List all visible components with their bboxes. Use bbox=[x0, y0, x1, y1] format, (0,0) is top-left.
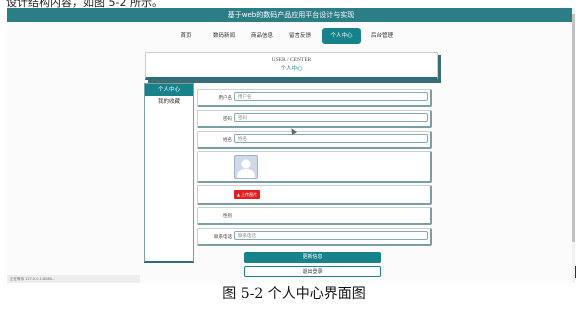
avatar bbox=[234, 155, 258, 179]
sidebar: 个人中心 我的收藏 bbox=[144, 83, 194, 263]
main-nav: 首页 数码新闻 商品信息 留言反馈 个人中心 后台管理 bbox=[7, 28, 575, 46]
nav-news[interactable]: 数码新闻 bbox=[209, 28, 239, 44]
password-row: 密码 密码 bbox=[197, 110, 432, 128]
nav-feedback[interactable]: 留言反馈 bbox=[285, 28, 315, 44]
password-label: 密码 bbox=[223, 117, 232, 122]
logout-button[interactable]: 退出登录 bbox=[244, 266, 381, 277]
phone-row: 联系电话 联系电话 bbox=[197, 228, 432, 246]
upload-image-button[interactable]: ▲ 上传图片 bbox=[234, 190, 260, 199]
page-heading-en: USER / CENTER bbox=[271, 57, 312, 63]
avatar-row bbox=[197, 151, 432, 183]
page-heading-box: USER / CENTER 个人中心 bbox=[145, 52, 438, 80]
name-label: 姓名 bbox=[223, 138, 232, 143]
screenshot-window: 基于web的数码产品应用平台设计与实现 首页 数码新闻 商品信息 留言反馈 个人… bbox=[7, 8, 575, 283]
update-info-button[interactable]: 更新信息 bbox=[244, 252, 381, 263]
phone-label: 联系电话 bbox=[214, 235, 232, 240]
name-row: 姓名 姓名 bbox=[197, 131, 432, 149]
sidebar-item-favorites[interactable]: 我的收藏 bbox=[145, 96, 193, 108]
phone-input[interactable]: 联系电话 bbox=[234, 231, 428, 240]
gender-label: 性别 bbox=[223, 214, 232, 219]
page-heading-cn: 个人中心 bbox=[280, 66, 303, 72]
name-input[interactable]: 姓名 bbox=[234, 134, 428, 143]
browser-status-bar: 正在等待 127.0.0.1:8080... bbox=[7, 275, 140, 283]
figure-caption: 图 5-2 个人中心界面图 bbox=[222, 286, 366, 302]
nav-home[interactable]: 首页 bbox=[175, 28, 197, 44]
username-row: 用户名 用户名 bbox=[197, 89, 432, 107]
username-label: 用户名 bbox=[218, 96, 233, 101]
username-input[interactable]: 用户名 bbox=[234, 92, 428, 101]
password-input[interactable]: 密码 bbox=[234, 113, 428, 122]
upload-label: 上传图片 bbox=[241, 192, 258, 197]
user-silhouette-icon bbox=[237, 159, 255, 178]
upload-row: ▲ 上传图片 bbox=[197, 185, 432, 205]
app-title-bar: 基于web的数码产品应用平台设计与实现 bbox=[7, 8, 575, 22]
nav-products[interactable]: 商品信息 bbox=[247, 28, 277, 44]
nav-user-center[interactable]: 个人中心 bbox=[322, 28, 361, 44]
scrollbar-thumb[interactable] bbox=[572, 14, 575, 242]
text-cursor-mark bbox=[575, 266, 576, 278]
sidebar-item-user-center[interactable]: 个人中心 bbox=[145, 84, 193, 96]
vertical-scrollbar[interactable] bbox=[572, 8, 575, 283]
upload-icon: ▲ bbox=[236, 192, 240, 197]
nav-admin[interactable]: 后台管理 bbox=[367, 28, 397, 44]
gender-row: 性别 bbox=[197, 207, 432, 225]
